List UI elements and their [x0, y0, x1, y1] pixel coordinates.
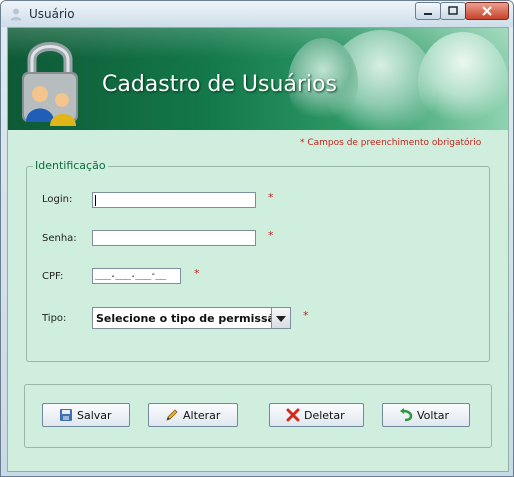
- actions-group: Salvar Alterar Deletar Voltar: [24, 384, 492, 448]
- maximize-icon: [448, 6, 458, 15]
- back-label: Voltar: [417, 409, 450, 422]
- save-button[interactable]: Salvar: [42, 403, 130, 427]
- login-required-mark: *: [268, 191, 274, 204]
- login-label: Login:: [42, 194, 73, 205]
- close-icon: [482, 6, 492, 16]
- close-button[interactable]: [465, 2, 509, 20]
- login-field[interactable]: [92, 192, 256, 208]
- pencil-icon: [166, 409, 178, 421]
- password-field[interactable]: [92, 230, 256, 246]
- x-icon: [286, 408, 300, 422]
- header-banner: Cadastro de Usuários: [8, 28, 508, 130]
- required-fields-note: * Campos de preenchimento obrigatório: [300, 138, 482, 148]
- maximize-button[interactable]: [440, 2, 466, 20]
- type-label: Tipo:: [42, 313, 67, 324]
- edit-label: Alterar: [183, 409, 221, 422]
- identification-group-title: Identificação: [33, 159, 108, 172]
- permission-type-selected: Selecione o tipo de permissão: [96, 312, 283, 325]
- delete-label: Deletar: [304, 409, 345, 422]
- save-label: Salvar: [77, 409, 112, 422]
- staff-photo-shape: [418, 32, 508, 130]
- title-bar[interactable]: Usuário: [1, 1, 513, 27]
- cpf-label: CPF:: [42, 271, 64, 282]
- identification-group: Identificação Login: * Senha: * CPF: ___…: [26, 159, 490, 362]
- cpf-mask: ___.___.___-__: [95, 269, 166, 280]
- back-button[interactable]: Voltar: [382, 403, 470, 427]
- client-area: Cadastro de Usuários * Campos de preench…: [7, 27, 509, 472]
- cpf-field[interactable]: ___.___.___-__: [92, 268, 181, 284]
- permission-type-select[interactable]: Selecione o tipo de permissão: [92, 307, 291, 329]
- back-arrow-icon: [400, 408, 413, 422]
- edit-button[interactable]: Alterar: [148, 403, 238, 427]
- password-required-mark: *: [268, 229, 274, 242]
- window-title: Usuário: [29, 7, 75, 21]
- text-caret: [95, 195, 96, 206]
- lock-users-icon: [22, 42, 78, 126]
- save-icon: [60, 409, 72, 421]
- password-label: Senha:: [42, 233, 77, 244]
- type-required-mark: *: [303, 309, 309, 322]
- chevron-down-icon[interactable]: [271, 308, 290, 328]
- app-window: Usuário Cadastro de Usuários * Campos de…: [0, 0, 514, 477]
- minimize-icon: [424, 13, 432, 15]
- banner-title: Cadastro de Usuários: [102, 72, 337, 97]
- cpf-required-mark: *: [194, 267, 200, 280]
- user-icon: [10, 8, 22, 21]
- delete-button[interactable]: Deletar: [269, 403, 364, 427]
- minimize-button[interactable]: [415, 2, 441, 20]
